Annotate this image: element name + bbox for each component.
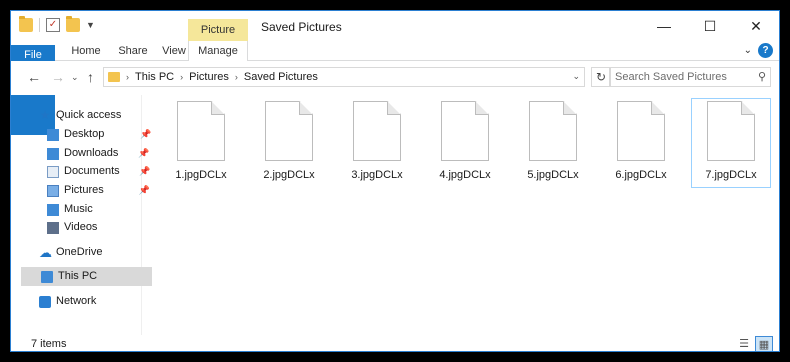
downloads-icon — [47, 147, 59, 160]
sidebar-item-downloads[interactable]: Downloads 📌 — [47, 144, 149, 163]
star-icon: ★ — [39, 108, 51, 122]
file-item[interactable]: 6.jpgDCLx — [601, 99, 681, 189]
tab-share[interactable]: Share — [113, 41, 153, 61]
file-name: 7.jpgDCLx — [705, 169, 757, 181]
minimize-button[interactable]: — — [641, 11, 687, 41]
file-item[interactable]: 1.jpgDCLx — [161, 99, 241, 189]
ribbon-right-controls: ⌄ ? — [744, 43, 773, 58]
file-item[interactable]: 4.jpgDCLx — [425, 99, 505, 189]
close-button[interactable]: ✕ — [733, 11, 779, 41]
tab-home[interactable]: Home — [65, 41, 107, 61]
file-list: 1.jpgDCLx 2.jpgDCLx 3.jpgDCLx 4.jpgDCLx … — [143, 95, 779, 335]
navigation-pane: ★ Quick access Desktop 📌 Downloads 📌 Doc… — [11, 95, 152, 335]
sidebar-item-pictures[interactable]: Pictures 📌 — [47, 181, 150, 200]
sidebar-item-music[interactable]: Music — [47, 200, 93, 219]
search-icon[interactable]: ⚲ — [758, 70, 766, 83]
file-item-selected[interactable]: 7.jpgDCLx — [691, 98, 771, 188]
address-bar[interactable]: › This PC › Pictures › Saved Pictures ⌄ — [103, 67, 585, 87]
sidebar-item-documents[interactable]: Documents 📌 — [47, 162, 151, 181]
file-name: 6.jpgDCLx — [615, 169, 667, 181]
quick-access-toolbar: ✓ ▼ — [19, 16, 95, 32]
blank-file-icon — [441, 101, 489, 161]
desktop-icon — [47, 128, 59, 141]
file-item[interactable]: 5.jpgDCLx — [513, 99, 593, 189]
folder-icon — [108, 72, 120, 82]
maximize-button[interactable]: ☐ — [687, 11, 733, 41]
file-name: 4.jpgDCLx — [439, 169, 491, 181]
address-row: ← → ⌄ ↑ › This PC › Pictures › Saved Pic… — [11, 61, 779, 95]
music-icon — [47, 203, 59, 216]
sidebar-item-label: Music — [64, 203, 93, 215]
this-pc-icon — [41, 270, 53, 283]
toolbar-divider — [39, 18, 40, 32]
sidebar-item-videos[interactable]: Videos — [47, 218, 97, 237]
picture-tools-header: Picture Tools — [188, 19, 248, 58]
sidebar-item-label: This PC — [58, 270, 98, 282]
explorer-window: ✓ ▼ Picture Tools Saved Pictures — ☐ ✕ F… — [10, 10, 780, 352]
documents-icon — [47, 165, 59, 178]
recent-locations-icon[interactable]: ⌄ — [71, 72, 79, 83]
customize-toolbar-icon[interactable]: ▼ — [86, 20, 95, 30]
blank-file-icon — [707, 101, 755, 161]
pictures-icon — [47, 184, 59, 197]
blank-file-icon — [353, 101, 401, 161]
file-item[interactable]: 3.jpgDCLx — [337, 99, 417, 189]
window-title: Saved Pictures — [261, 20, 342, 34]
tab-view[interactable]: View — [156, 41, 192, 61]
folder-icon[interactable] — [19, 16, 33, 32]
sidebar-item-onedrive[interactable]: ☁ OneDrive — [39, 243, 102, 262]
videos-icon — [47, 221, 59, 234]
sidebar-item-label: Network — [56, 295, 97, 307]
ribbon-tabs: File Home Share View Manage ⌄ ? — [11, 41, 779, 135]
breadcrumb-this-pc[interactable]: This PC — [135, 71, 174, 83]
breadcrumb-saved-pictures[interactable]: Saved Pictures — [244, 71, 318, 83]
sidebar-item-label: OneDrive — [56, 246, 103, 258]
onedrive-icon: ☁ — [39, 244, 52, 260]
sidebar-item-this-pc[interactable]: This PC — [21, 267, 152, 286]
chevron-right-icon[interactable]: › — [180, 72, 183, 82]
back-arrow-icon[interactable]: ← — [27, 69, 41, 85]
expand-ribbon-icon[interactable]: ⌄ — [744, 45, 752, 56]
sidebar-item-label: Videos — [64, 221, 98, 233]
file-name: 5.jpgDCLx — [527, 169, 579, 181]
file-name: 3.jpgDCLx — [351, 169, 403, 181]
chevron-right-icon[interactable]: › — [235, 72, 238, 82]
tab-manage[interactable]: Manage — [188, 41, 248, 62]
file-name: 2.jpgDCLx — [263, 169, 315, 181]
blank-file-icon — [177, 101, 225, 161]
sidebar-item-label: Quick access — [56, 109, 122, 121]
forward-arrow-icon[interactable]: → — [51, 69, 65, 85]
sidebar-item-label: Pictures — [64, 184, 104, 196]
window-controls: — ☐ ✕ — [641, 11, 779, 41]
sidebar-item-quick-access[interactable]: ★ Quick access — [39, 106, 122, 125]
refresh-button[interactable]: ↻ — [591, 67, 611, 87]
sidebar-item-label: Downloads — [64, 147, 119, 159]
help-icon[interactable]: ? — [758, 43, 773, 58]
search-input[interactable] — [610, 68, 750, 86]
sidebar-item-network[interactable]: Network — [39, 292, 96, 311]
blank-file-icon — [617, 101, 665, 161]
chevron-right-icon[interactable]: › — [126, 72, 129, 82]
item-count: 7 items — [31, 338, 67, 350]
sidebar-item-desktop[interactable]: Desktop 📌 — [47, 125, 151, 144]
sidebar-item-label: Documents — [64, 165, 120, 177]
title-bar: ✓ ▼ Picture Tools Saved Pictures — ☐ ✕ — [11, 11, 779, 58]
search-box[interactable]: ⚲ — [609, 67, 771, 87]
properties-icon[interactable]: ✓ — [46, 18, 60, 32]
status-bar: 7 items ☰ ▦ — [11, 335, 779, 351]
details-view-icon[interactable]: ☰ — [735, 336, 753, 351]
file-item[interactable]: 2.jpgDCLx — [249, 99, 329, 189]
new-folder-icon[interactable] — [66, 16, 80, 32]
breadcrumb-pictures[interactable]: Pictures — [189, 71, 229, 83]
blank-file-icon — [529, 101, 577, 161]
up-arrow-icon[interactable]: ↑ — [87, 69, 94, 85]
chevron-down-icon[interactable]: ⌄ — [572, 71, 580, 82]
large-icons-view-icon[interactable]: ▦ — [755, 336, 773, 351]
network-icon — [39, 295, 51, 308]
sidebar-item-label: Desktop — [64, 128, 105, 140]
blank-file-icon — [265, 101, 313, 161]
file-name: 1.jpgDCLx — [175, 169, 227, 181]
